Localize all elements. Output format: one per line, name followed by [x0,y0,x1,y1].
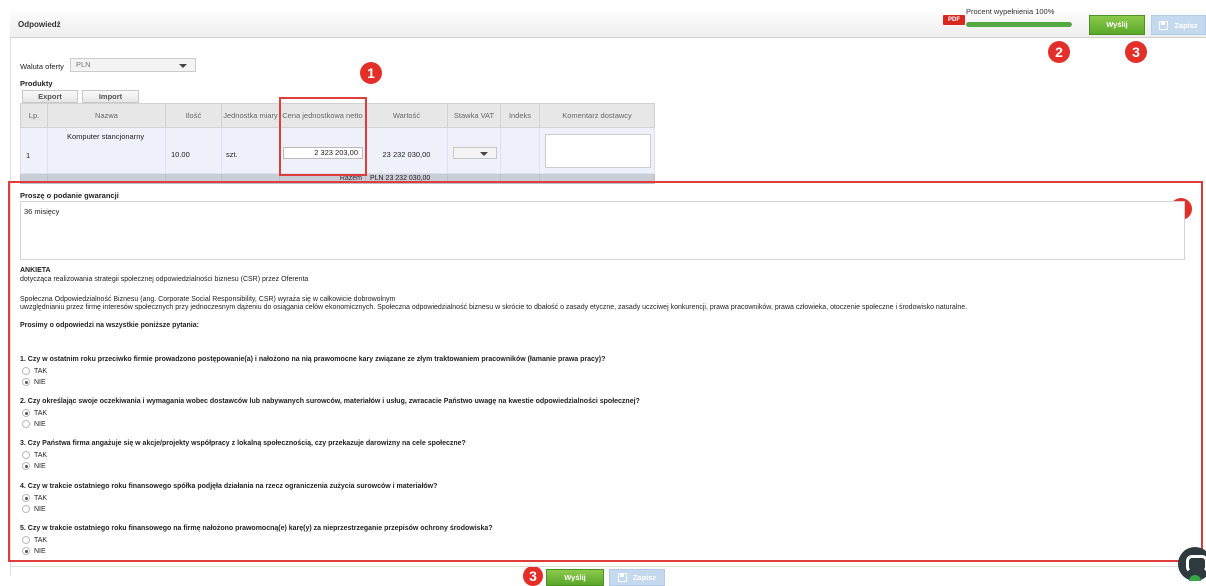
currency-value: PLN [76,60,91,69]
q3-no-label: NIE [34,463,46,470]
q4-no-label: NIE [34,506,46,513]
q3-yes-label: TAK [34,452,48,459]
column-header-name: Nazwa [47,103,166,128]
warranty-textarea[interactable]: 36 misięcy [20,201,1185,260]
q4-no-radio[interactable] [22,505,30,513]
question-5: 5. Czy w trakcie ostatniego roku finanso… [20,525,493,532]
row-qty: 10.00 [165,127,222,174]
currency-label: Waluta oferty [20,62,64,71]
annotation-badge-3: 3 [1125,41,1147,63]
q3-yes-radio[interactable] [22,451,30,459]
column-header-lp: Lp. [20,103,48,128]
survey-description-2: uwzględnianiu przez firmę interesów społ… [20,304,968,311]
warranty-label: Proszę o podanie gwarancji [20,191,119,200]
save-button-top[interactable]: Zapisz [1151,15,1206,35]
row-index [500,127,540,174]
footer-divider [10,566,1206,567]
send-button-bottom[interactable]: Wyślij [546,569,604,586]
vat-rate-select[interactable] [453,146,497,159]
q4-yes-label: TAK [34,495,48,502]
q2-no-label: NIE [34,421,46,428]
page-title: Odpowiedź [18,20,61,29]
floppy-disk-icon [1159,20,1169,30]
q5-yes-radio[interactable] [22,536,30,544]
products-label: Produkty [20,79,53,88]
annotation-badge-2: 2 [1048,41,1070,63]
q2-no-radio[interactable] [22,420,30,428]
column-header-index: Indeks [500,103,540,128]
question-2: 2. Czy określając swoje oczekiwania i wy… [20,398,640,405]
supplier-comment-input[interactable] [545,133,651,168]
survey-prompt: Prosimy o odpowiedzi na wszystkie poniżs… [20,322,199,329]
q5-no-radio[interactable] [22,547,30,555]
q1-yes-label: TAK [34,368,48,375]
completion-percent-label: Procent wypełnienia 100% [966,7,1055,16]
annotation-badge-1: 1 [360,62,382,84]
q1-no-label: NIE [34,379,46,386]
survey-subtitle: dotycząca realizowania strategii społecz… [20,276,309,283]
floppy-disk-icon [617,573,627,582]
column-header-value: Wartość [365,103,448,128]
save-button-bottom[interactable]: Zapisz [609,569,665,586]
q5-yes-label: TAK [34,537,48,544]
chat-support-icon[interactable] [1178,547,1206,581]
row-name: Komputer stancjonarny [47,127,166,174]
import-button[interactable]: Import [82,90,139,103]
completion-progress-bar [966,22,1072,27]
survey-description-1: Społeczna Odpowiedzialność Biznesu (ang.… [20,296,396,303]
currency-select[interactable]: PLN [70,58,196,72]
pdf-icon[interactable]: PDF [943,15,965,25]
row-lp: 1 [20,127,48,174]
q2-yes-label: TAK [34,410,48,417]
highlight-box-price [279,97,367,176]
chevron-down-icon [179,64,187,68]
q5-no-label: NIE [34,548,46,555]
question-1: 1. Czy w ostatnim roku przeciwko firmie … [20,356,606,363]
survey-title: ANKIETA [20,267,51,274]
save-button-label: Zapisz [1174,20,1198,30]
send-button-top[interactable]: Wyślij [1089,15,1145,35]
column-header-comment: Komentarz dostawcy [539,103,655,128]
row-vat-cell [447,127,501,174]
annotation-badge-3-bottom: 3 [523,566,543,586]
save-button-label: Zapisz [632,573,657,582]
completion-progress-fill [966,22,1072,27]
row-value: 23 232 030,00 [365,127,448,174]
row-unit: szt. [221,127,280,174]
export-button[interactable]: Export [22,90,78,103]
row-comment-cell [539,127,655,174]
question-3: 3. Czy Państwa firma angażuje się w akcj… [20,440,466,447]
q4-yes-radio[interactable] [22,494,30,502]
chevron-down-icon [480,151,488,156]
question-4: 4. Czy w trakcie ostatniego roku finanso… [20,483,438,490]
column-header-unit: Jednostka miary [221,103,280,128]
column-header-qty: Ilość [165,103,222,128]
q3-no-radio[interactable] [22,462,30,470]
q1-yes-radio[interactable] [22,367,30,375]
q1-no-radio[interactable] [22,378,30,386]
q2-yes-radio[interactable] [22,409,30,417]
column-header-vat: Stawka VAT [447,103,501,128]
